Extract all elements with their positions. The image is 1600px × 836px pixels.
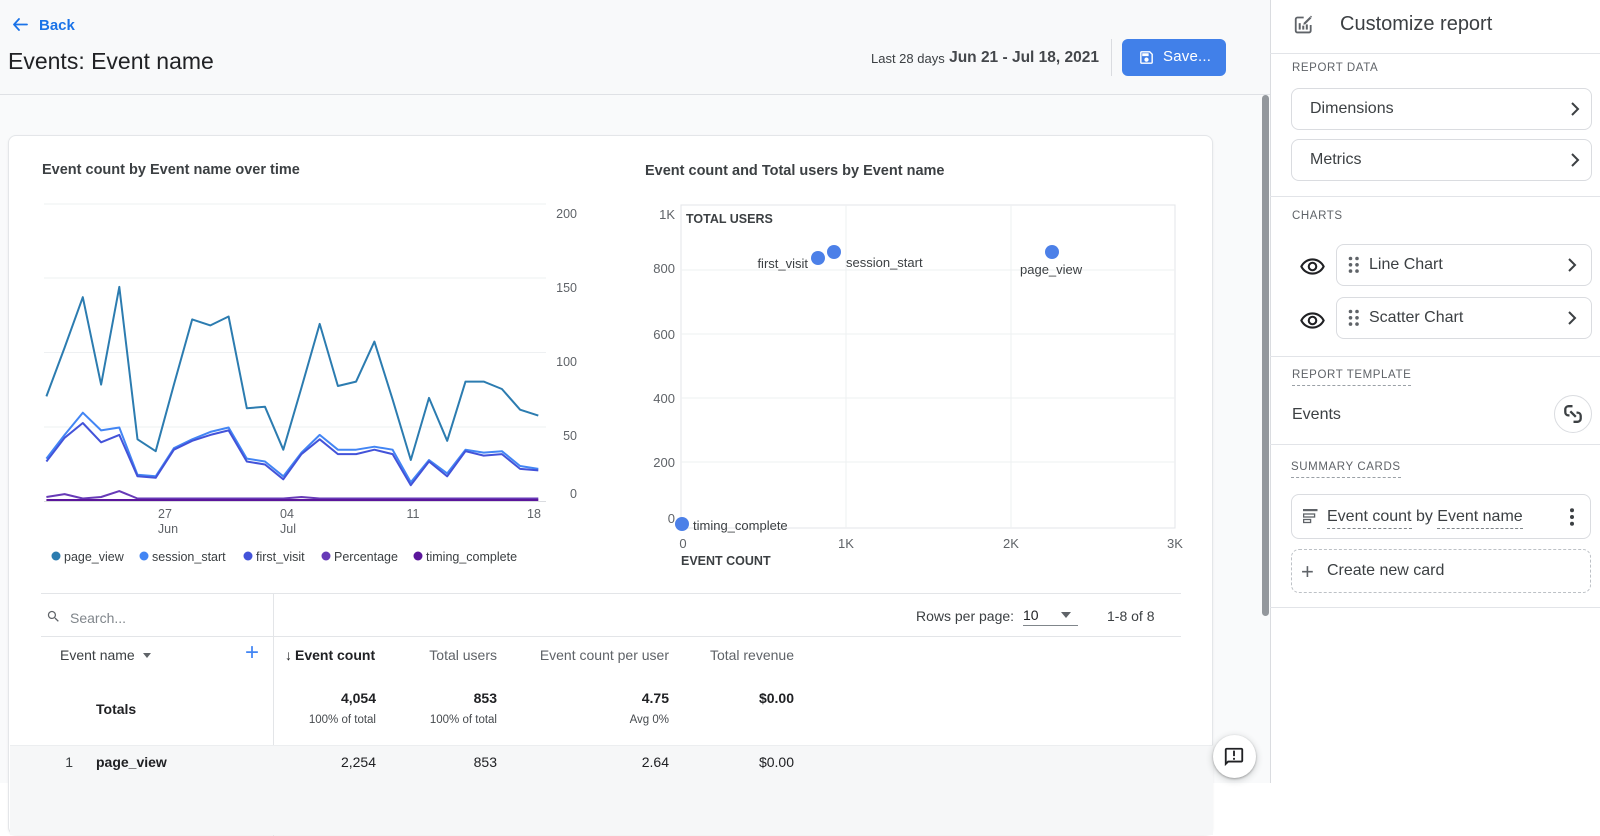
svg-text:400: 400 bbox=[653, 391, 675, 406]
svg-text:Jul: Jul bbox=[280, 522, 296, 536]
svg-text:150: 150 bbox=[556, 281, 577, 295]
svg-text:50: 50 bbox=[563, 429, 577, 443]
svg-text:page_view: page_view bbox=[64, 550, 125, 564]
svg-text:0: 0 bbox=[679, 536, 686, 551]
svg-text:2K: 2K bbox=[1003, 536, 1019, 551]
svg-text:800: 800 bbox=[653, 261, 675, 276]
svg-text:session_start: session_start bbox=[152, 550, 226, 564]
svg-text:0: 0 bbox=[570, 487, 577, 501]
svg-text:0: 0 bbox=[668, 511, 675, 526]
svg-text:page_view: page_view bbox=[1020, 262, 1083, 277]
svg-text:EVENT COUNT: EVENT COUNT bbox=[681, 554, 771, 568]
svg-text:TOTAL USERS: TOTAL USERS bbox=[686, 212, 773, 226]
svg-text:timing_complete: timing_complete bbox=[426, 550, 517, 564]
svg-text:200: 200 bbox=[653, 455, 675, 470]
svg-text:Jun: Jun bbox=[158, 522, 178, 536]
svg-text:1K: 1K bbox=[838, 536, 854, 551]
svg-text:100: 100 bbox=[556, 355, 577, 369]
svg-text:600: 600 bbox=[653, 327, 675, 342]
svg-text:18: 18 bbox=[527, 507, 541, 521]
svg-text:04: 04 bbox=[280, 507, 294, 521]
svg-text:Percentage: Percentage bbox=[334, 550, 398, 564]
svg-text:timing_complete: timing_complete bbox=[693, 518, 788, 533]
svg-text:11: 11 bbox=[407, 507, 420, 521]
svg-text:first_visit: first_visit bbox=[757, 256, 808, 271]
svg-text:27: 27 bbox=[158, 507, 172, 521]
svg-text:3K: 3K bbox=[1167, 536, 1183, 551]
svg-text:first_visit: first_visit bbox=[256, 550, 305, 564]
svg-text:session_start: session_start bbox=[846, 255, 923, 270]
svg-text:200: 200 bbox=[556, 207, 577, 221]
svg-text:1K: 1K bbox=[659, 207, 675, 222]
